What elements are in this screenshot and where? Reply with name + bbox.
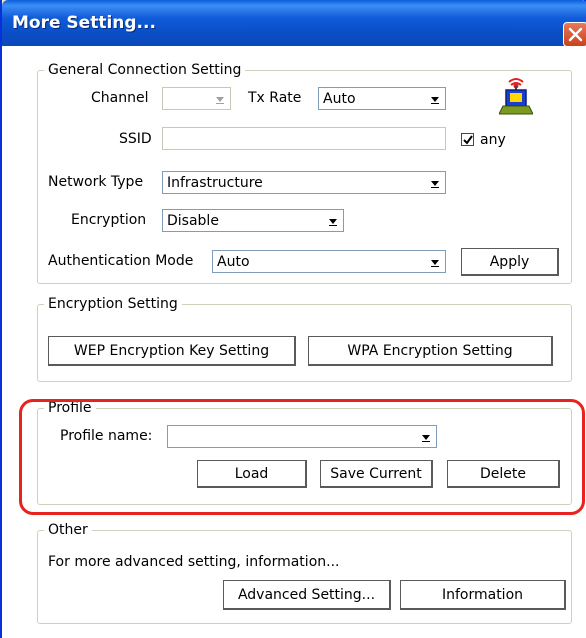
wireless-network-icon	[499, 78, 533, 115]
chevron-down-icon	[211, 89, 229, 108]
authentication-mode-select[interactable]: Auto	[212, 250, 446, 273]
profile-highlight-annotation	[19, 399, 585, 515]
other-title: Other	[48, 522, 88, 538]
title-bar[interactable]: More Setting...	[2, 0, 586, 47]
network-type-select[interactable]: Infrastructure	[162, 171, 446, 194]
close-button[interactable]	[563, 22, 586, 47]
tx-rate-label: Tx Rate	[248, 90, 302, 106]
wpa-encryption-setting-button[interactable]: WPA Encryption Setting	[308, 336, 553, 366]
any-checkbox[interactable]	[461, 133, 474, 146]
chevron-down-icon	[324, 211, 342, 230]
encryption-select[interactable]: Disable	[162, 209, 344, 232]
checkmark-icon	[463, 135, 473, 145]
encryption-value: Disable	[167, 213, 219, 229]
chevron-down-icon	[426, 252, 444, 271]
other-description: For more advanced setting, information..…	[48, 554, 340, 570]
more-setting-window: More Setting... General Connection Setti…	[0, 0, 586, 638]
dialog-client-area: General Connection Setting Channel Tx Ra…	[2, 46, 586, 638]
encryption-setting-title: Encryption Setting	[48, 296, 178, 312]
network-type-label: Network Type	[48, 174, 144, 190]
apply-button[interactable]: Apply	[461, 248, 559, 276]
wep-encryption-key-button[interactable]: WEP Encryption Key Setting	[48, 336, 296, 366]
chevron-down-icon	[426, 89, 444, 108]
channel-select[interactable]	[162, 87, 231, 110]
channel-label: Channel	[91, 90, 149, 106]
advanced-setting-button[interactable]: Advanced Setting...	[223, 580, 391, 610]
window-title: More Setting...	[12, 13, 156, 33]
authentication-mode-label: Authentication Mode	[48, 253, 194, 269]
ssid-label: SSID	[119, 131, 152, 147]
network-type-value: Infrastructure	[167, 175, 263, 191]
ssid-input[interactable]	[162, 127, 446, 150]
authentication-mode-value: Auto	[217, 254, 250, 270]
information-button[interactable]: Information	[400, 580, 566, 610]
general-connection-title: General Connection Setting	[48, 62, 242, 78]
tx-rate-select[interactable]: Auto	[318, 87, 446, 110]
any-label: any	[480, 132, 506, 148]
chevron-down-icon	[426, 173, 444, 192]
close-icon	[568, 27, 583, 42]
tx-rate-value: Auto	[323, 91, 356, 107]
encryption-label: Encryption	[71, 212, 147, 228]
